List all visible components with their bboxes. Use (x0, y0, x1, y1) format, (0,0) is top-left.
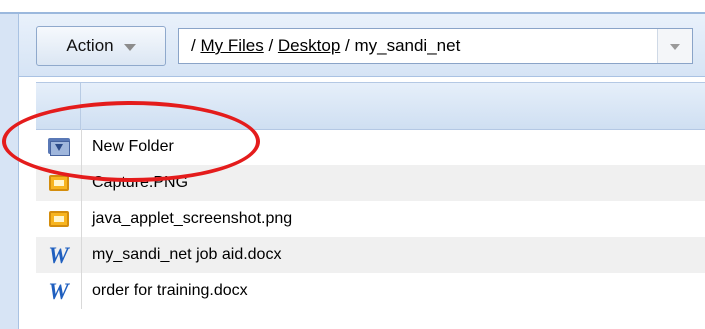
file-list-header (36, 82, 705, 130)
breadcrumb-desktop[interactable]: Desktop (278, 36, 340, 55)
list-item-job-aid-docx[interactable]: W my_sandi_net job aid.docx (36, 237, 705, 273)
breadcrumb-separator: / (340, 36, 355, 55)
word-document-icon: W (48, 242, 69, 268)
file-manager-window: Action / My Files / Desktop / my_sandi_n… (0, 0, 705, 329)
action-menu-button[interactable]: Action (36, 26, 166, 66)
breadcrumb-current: my_sandi_net (354, 36, 461, 55)
word-document-icon: W (48, 278, 69, 304)
breadcrumb: / My Files / Desktop / my_sandi_net (179, 36, 460, 56)
row-icon-cell: W (36, 237, 82, 273)
row-icon-cell (36, 129, 82, 165)
row-icon-cell: W (36, 273, 82, 309)
breadcrumb-separator: / (263, 36, 278, 55)
list-item-order-for-training-docx[interactable]: W order for training.docx (36, 273, 705, 309)
file-name: my_sandi_net job aid.docx (92, 246, 282, 263)
file-name: order for training.docx (92, 282, 248, 299)
breadcrumb-my-files[interactable]: My Files (200, 36, 263, 55)
list-item-java-applet-screenshot[interactable]: java_applet_screenshot.png (36, 201, 705, 237)
folder-icon (47, 138, 70, 156)
file-name: Capture.PNG (92, 174, 189, 191)
row-icon-cell (36, 165, 82, 201)
path-combobox[interactable]: / My Files / Desktop / my_sandi_net (178, 28, 693, 64)
path-dropdown-button[interactable] (657, 29, 692, 63)
left-panel-edge (0, 14, 19, 329)
window-top-border (0, 0, 705, 14)
list-item-new-folder[interactable]: New Folder (36, 129, 705, 165)
file-name: java_applet_screenshot.png (92, 210, 293, 227)
image-icon (48, 211, 69, 227)
file-name: New Folder (92, 138, 174, 155)
icon-column-header[interactable] (36, 83, 81, 129)
image-icon (48, 175, 69, 191)
file-list: New Folder Capture.PNG java_applet_scree… (36, 129, 705, 309)
chevron-down-icon (123, 43, 136, 51)
action-button-label: Action (66, 36, 114, 55)
list-item-capture-png[interactable]: Capture.PNG (36, 165, 705, 201)
row-icon-cell (36, 201, 82, 237)
chevron-down-icon (670, 44, 680, 50)
